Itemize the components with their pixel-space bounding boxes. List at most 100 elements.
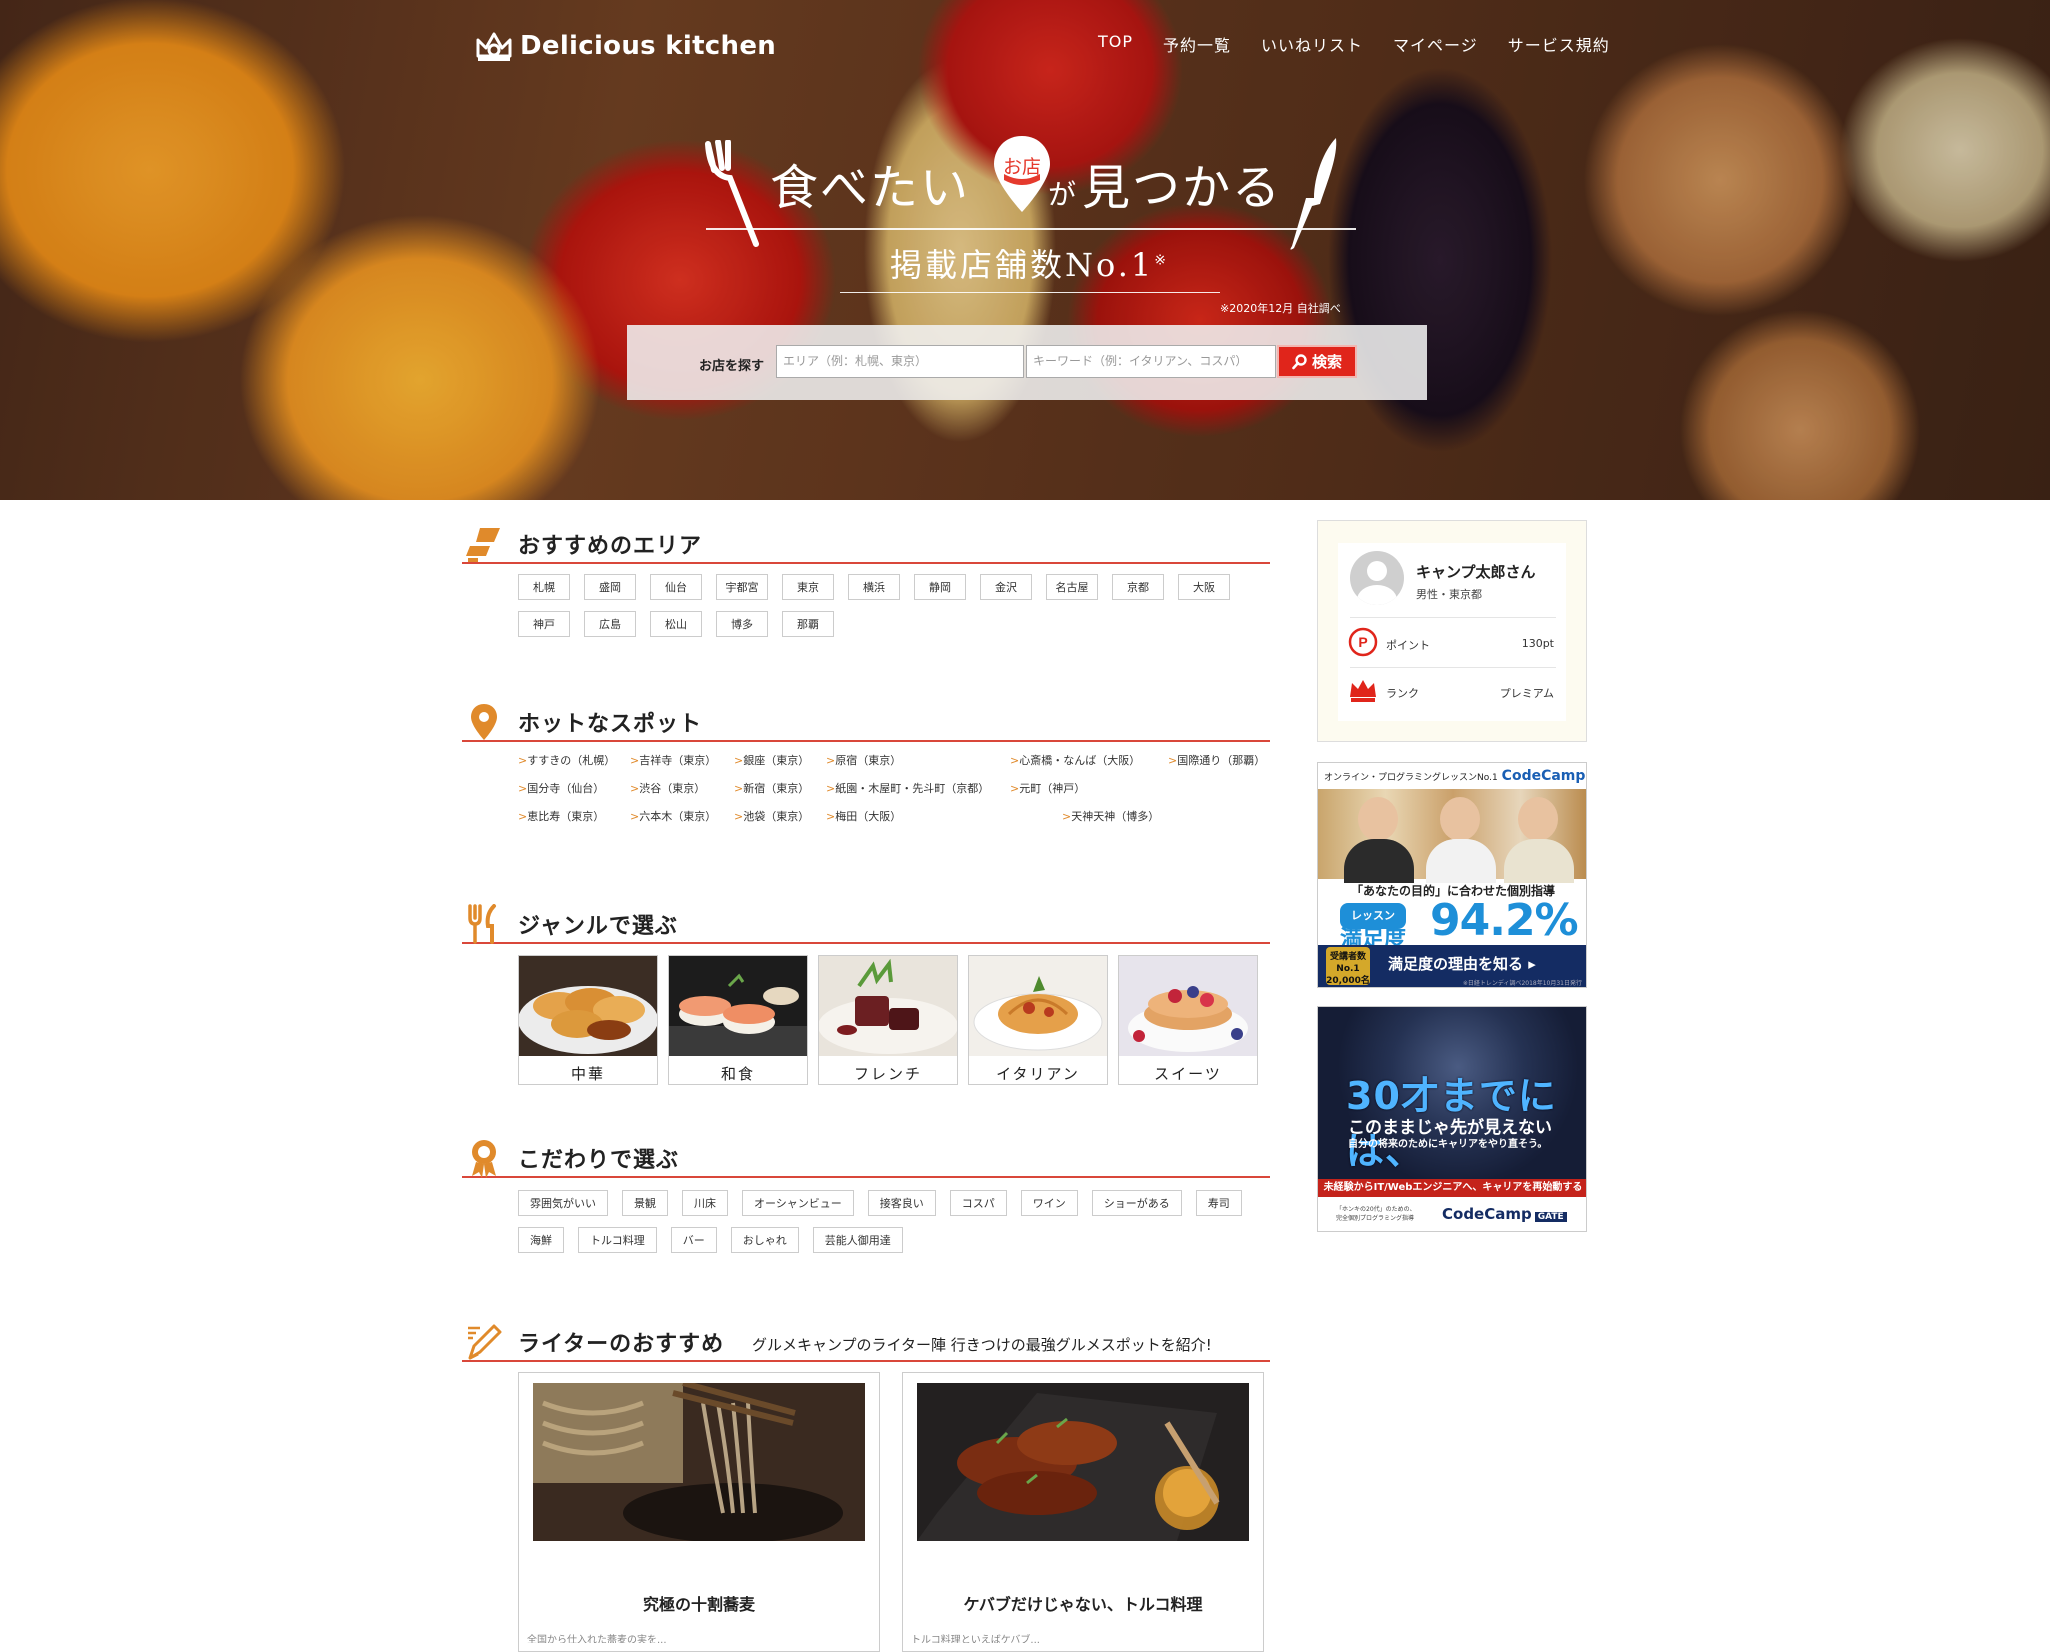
genre-card-chinese[interactable]: 中華	[518, 955, 658, 1085]
ad-cta: 満足度の理由を知る ▸	[1388, 955, 1536, 973]
nav-reservations[interactable]: 予約一覧	[1163, 32, 1231, 56]
kodawari-tag[interactable]: トルコ料理	[578, 1227, 657, 1253]
area-tag[interactable]: 神戸	[518, 611, 570, 637]
area-tag[interactable]: 東京	[782, 574, 834, 600]
writer-card[interactable]: ケバブだけじゃない、トルコ料理 トルコ料理といえばケバブ...	[902, 1372, 1264, 1652]
genre-card-italian[interactable]: イタリアン	[968, 955, 1108, 1085]
catch-divider-2	[840, 292, 1220, 293]
writer-photo-kebab	[917, 1383, 1249, 1541]
kodawari-tag[interactable]: コスパ	[949, 1190, 1007, 1216]
catch-sub-text: 掲載店舗数No.1	[890, 246, 1155, 284]
spot-link[interactable]: >恵比寿（東京）	[518, 808, 604, 824]
codecamp-ad-banner[interactable]: オンライン・プログラミングレッスンNo.1 CodeCamp 「あなたの目的」に合…	[1317, 762, 1587, 988]
kodawari-tag[interactable]: 寿司	[1195, 1190, 1242, 1216]
knife-icon	[1290, 138, 1337, 250]
kodawari-tag[interactable]: オーシャンビュー	[742, 1190, 854, 1216]
avatar[interactable]	[1350, 551, 1404, 605]
area-tag[interactable]: 宇都宮	[716, 574, 768, 600]
area-tag[interactable]: 名古屋	[1046, 574, 1098, 600]
keyword-search-input[interactable]: キーワード（例：イタリアン、コスパ）	[1026, 345, 1276, 378]
crown-icon	[1350, 680, 1376, 702]
area-search-input[interactable]: エリア（例：札幌、東京）	[776, 345, 1024, 378]
spot-link[interactable]: >渋谷（東京）	[630, 780, 705, 796]
area-tag[interactable]: 広島	[584, 611, 636, 637]
spot-link[interactable]: >銀座（東京）	[734, 752, 809, 768]
catch-sub: 掲載店舗数No.1※	[890, 240, 1169, 286]
genre-photo-pasta	[969, 956, 1107, 1056]
writer-card-title: ケバブだけじゃない、トルコ料理	[963, 1595, 1203, 1614]
point-value: 130pt	[1521, 637, 1554, 650]
spot-link[interactable]: >原宿（東京）	[826, 752, 901, 768]
area-tag[interactable]: 博多	[716, 611, 768, 637]
section-writers-header: ライターのおすすめ グルメキャンプのライター陣 行きつけの最強グルメスポットを紹…	[462, 1320, 1270, 1362]
genre-photo-french	[818, 956, 958, 1056]
spot-link[interactable]: >紙園・木屋町・先斗町（京都）	[826, 780, 989, 796]
section-kodawari-title: こだわりで選ぶ	[518, 1148, 680, 1173]
nav-mypage[interactable]: マイページ	[1393, 32, 1478, 56]
genre-card-sweets[interactable]: スイーツ	[1118, 955, 1258, 1085]
profile-name[interactable]: キャンプ太郎さん	[1416, 561, 1536, 582]
ad-brand: CodeCamp	[1501, 768, 1586, 784]
area-tag[interactable]: 松山	[650, 611, 702, 637]
hero-catchcopy: 食べたい が見つかる お店 掲載店舗数No.1※ ※2020年12月 自社調べ	[700, 130, 1356, 315]
nav-terms[interactable]: サービス規約	[1508, 32, 1610, 56]
spot-link[interactable]: >池袋（東京）	[734, 808, 809, 824]
area-tag[interactable]: 京都	[1112, 574, 1164, 600]
search-button[interactable]: 検索	[1277, 345, 1357, 378]
kodawari-tag[interactable]: 接客良い	[867, 1190, 936, 1216]
kodawari-tag[interactable]: 川床	[682, 1190, 728, 1216]
genre-card-japanese[interactable]: 和食	[668, 955, 808, 1085]
area-tag[interactable]: 盛岡	[584, 574, 636, 600]
nav-top[interactable]: TOP	[1098, 32, 1133, 56]
spot-link[interactable]: >新宿（東京）	[734, 780, 809, 796]
search-label: お店を探す	[699, 359, 765, 374]
writer-card[interactable]: 究極の十割蕎麦 全国から仕入れた蕎麦の実を...	[518, 1372, 880, 1652]
spot-link[interactable]: >心斎橋・なんば（大阪）	[1010, 752, 1140, 768]
codecamp-gate-ad-banner[interactable]: 30才までには、 このままじゃ先が見えない 自分の将来のためにキャリアをやり直そ…	[1317, 1006, 1587, 1232]
kodawari-tag[interactable]: 景観	[622, 1190, 668, 1216]
kodawari-tag[interactable]: ワイン	[1020, 1190, 1078, 1216]
kodawari-tag[interactable]: ショーがある	[1091, 1190, 1182, 1216]
kodawari-tag[interactable]: 海鮮	[518, 1227, 564, 1253]
section-areas-header: おすすめのエリア	[462, 522, 1270, 564]
kodawari-tag[interactable]: バー	[670, 1227, 717, 1253]
profile-divider	[1350, 667, 1556, 668]
point-label: ポイント	[1386, 639, 1430, 652]
spot-link[interactable]: >六本木（東京）	[630, 808, 716, 824]
search-icon	[1292, 353, 1307, 369]
kodawari-tag[interactable]: おしゃれ	[730, 1227, 799, 1253]
spot-link[interactable]: >天神天神（博多）	[1062, 808, 1159, 824]
area-tag[interactable]: 金沢	[980, 574, 1032, 600]
spot-link[interactable]: >元町（神戸）	[1010, 780, 1085, 796]
ad2-footer: 「ホンキの20代」のための、 完全個別プログラミング指導 CodeCamp GATE	[1318, 1197, 1586, 1231]
map-pin-icon	[471, 704, 497, 740]
genre-label: イタリアン	[996, 1065, 1080, 1083]
spot-link[interactable]: >梅田（大阪）	[826, 808, 901, 824]
spot-link[interactable]: >国分寺（仙台）	[518, 780, 604, 796]
hero-banner: Delicious kitchen TOP 予約一覧 いいねリスト マイページ …	[0, 0, 2050, 500]
ad-rate: 94.2%	[1430, 895, 1579, 946]
genre-photo-gyoza	[518, 956, 658, 1056]
area-tag[interactable]: 静岡	[914, 574, 966, 600]
ad-badge-bottom: 20,000名	[1326, 976, 1370, 986]
area-tag[interactable]: 大阪	[1178, 574, 1230, 600]
section-kodawari-header: こだわりで選ぶ	[462, 1136, 1270, 1178]
area-tag[interactable]: 那覇	[782, 611, 834, 637]
kodawari-tag[interactable]: 雰囲気がいい	[518, 1190, 608, 1216]
kodawari-tag[interactable]: 芸能人御用達	[812, 1227, 903, 1253]
area-tag[interactable]: 仙台	[650, 574, 702, 600]
area-tag[interactable]: 横浜	[848, 574, 900, 600]
point-icon: P	[1348, 627, 1378, 657]
ad-badge-mid: No.1	[1336, 964, 1360, 974]
fork-knife-icon	[468, 904, 496, 944]
spot-link[interactable]: >吉祥寺（東京）	[630, 752, 716, 768]
site-logo[interactable]: Delicious kitchen	[474, 26, 776, 66]
writer-card-title: 究極の十割蕎麦	[642, 1595, 755, 1614]
genre-label: スイーツ	[1154, 1065, 1222, 1083]
nav-likes[interactable]: いいねリスト	[1261, 32, 1363, 56]
fork-icon	[705, 140, 759, 247]
genre-card-french[interactable]: フレンチ	[818, 955, 958, 1085]
area-tag[interactable]: 札幌	[518, 574, 570, 600]
spot-link[interactable]: >すすきの（札幌）	[518, 752, 615, 768]
spot-link[interactable]: >国際通り（那覇）	[1168, 752, 1265, 768]
